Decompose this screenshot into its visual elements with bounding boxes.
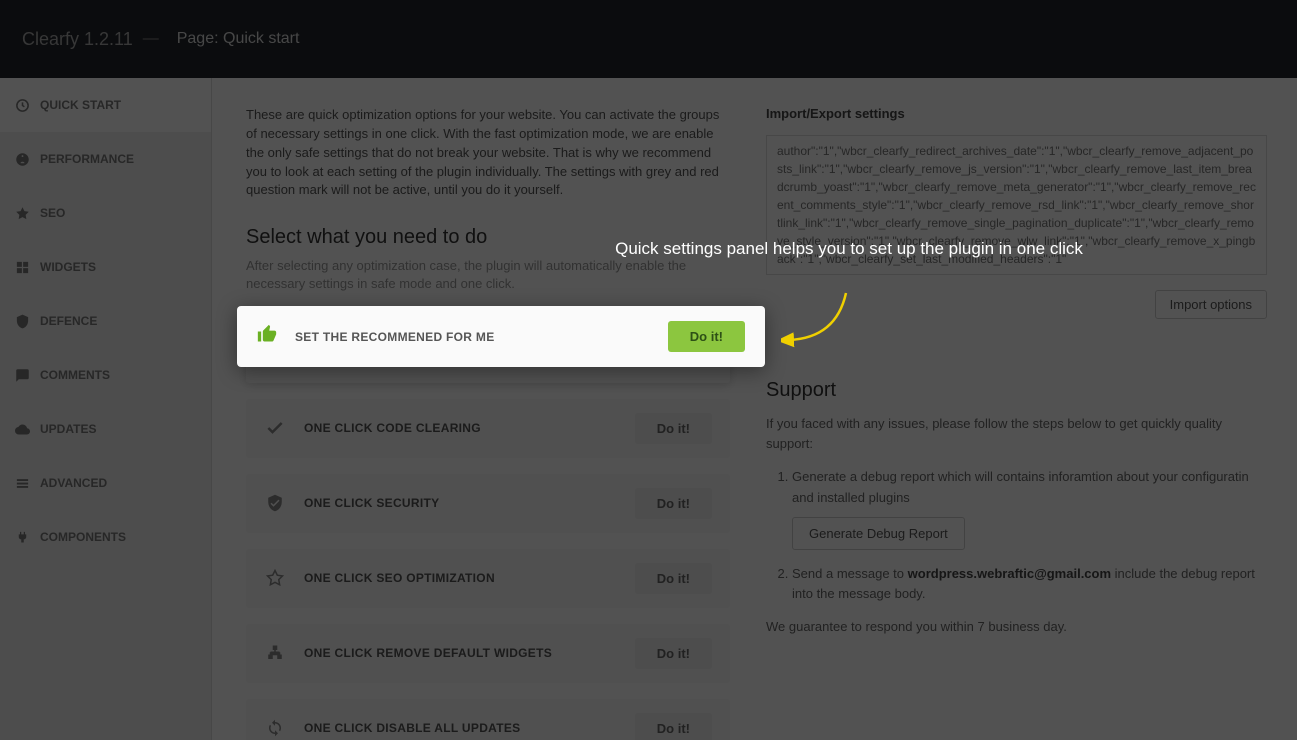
plug-icon — [14, 529, 30, 545]
support-title: Support — [766, 379, 1267, 402]
thumbs-up-icon — [257, 324, 277, 349]
list-icon — [14, 475, 30, 491]
clock-icon — [14, 97, 30, 113]
header-sep: — — [143, 30, 159, 48]
sidebar-item-label: ADVANCED — [40, 476, 107, 490]
do-it-button[interactable]: Do it! — [635, 563, 712, 594]
card-label: ONE CLICK SECURITY — [304, 496, 617, 510]
intro-text: These are quick optimization options for… — [246, 106, 730, 200]
refresh-icon — [264, 717, 286, 739]
sitemap-icon — [264, 642, 286, 664]
import-options-button[interactable]: Import options — [1155, 290, 1267, 319]
tooltip-text: Quick settings panel helps you to set up… — [614, 236, 1084, 262]
support-step-2: Send a message to wordpress.webraftic@gm… — [792, 564, 1267, 606]
card-label: ONE CLICK SEO OPTIMIZATION — [304, 571, 617, 585]
check-icon — [264, 417, 286, 439]
do-it-button[interactable]: Do it! — [635, 713, 712, 740]
do-it-button[interactable]: Do it! — [635, 638, 712, 669]
card-label: ONE CLICK REMOVE DEFAULT WIDGETS — [304, 646, 617, 660]
spotlight-label: SET THE RECOMMENED FOR ME — [295, 330, 650, 344]
do-it-button[interactable]: Do it! — [635, 413, 712, 444]
gauge-icon — [14, 151, 30, 167]
sidebar-item-comments[interactable]: COMMENTS — [0, 348, 211, 402]
star-icon — [14, 205, 30, 221]
app-header: Clearfy 1.2.11 — Page: Quick start — [0, 0, 1297, 78]
sidebar: QUICK START PERFORMANCE SEO WIDGETS DEFENCE C… — [0, 78, 212, 740]
sidebar-item-label: DEFENCE — [40, 314, 97, 328]
widgets-icon — [14, 259, 30, 275]
sidebar-item-label: SEO — [40, 206, 65, 220]
sidebar-item-label: QUICK START — [40, 98, 121, 112]
sidebar-item-label: COMMENTS — [40, 368, 110, 382]
app-title: Clearfy 1.2.11 — [22, 29, 133, 50]
star-outline-icon — [264, 567, 286, 589]
card-label: ONE CLICK DISABLE ALL UPDATES — [304, 721, 617, 735]
sidebar-item-performance[interactable]: PERFORMANCE — [0, 132, 211, 186]
sidebar-item-label: UPDATES — [40, 422, 96, 436]
import-export-title: Import/Export settings — [766, 106, 1267, 121]
sidebar-item-updates[interactable]: UPDATES — [0, 402, 211, 456]
generate-debug-report-button[interactable]: Generate Debug Report — [792, 517, 965, 550]
cloud-icon — [14, 421, 30, 437]
shield-check-icon — [264, 492, 286, 514]
spotlight-card[interactable]: SET THE RECOMMENED FOR ME Do it! — [237, 306, 765, 367]
sidebar-item-widgets[interactable]: WIDGETS — [0, 240, 211, 294]
sidebar-item-label: COMPONENTS — [40, 530, 126, 544]
support-intro: If you faced with any issues, please fol… — [766, 414, 1267, 453]
sidebar-item-components[interactable]: COMPONENTS — [0, 510, 211, 564]
sidebar-item-quick-start[interactable]: QUICK START — [0, 78, 211, 132]
sidebar-item-advanced[interactable]: ADVANCED — [0, 456, 211, 510]
sidebar-item-seo[interactable]: SEO — [0, 186, 211, 240]
quick-card-3: ONE CLICK SEO OPTIMIZATION Do it! — [246, 549, 730, 608]
quick-card-4: ONE CLICK REMOVE DEFAULT WIDGETS Do it! — [246, 624, 730, 683]
shield-icon — [14, 313, 30, 329]
quick-card-5: ONE CLICK DISABLE ALL UPDATES Do it! — [246, 699, 730, 740]
support-step-1: Generate a debug report which will conta… — [792, 467, 1267, 550]
sidebar-item-label: PERFORMANCE — [40, 152, 134, 166]
comments-icon — [14, 367, 30, 383]
card-label: ONE CLICK CODE CLEARING — [304, 421, 617, 435]
quick-card-1: ONE CLICK CODE CLEARING Do it! — [246, 399, 730, 458]
spotlight-do-it-button[interactable]: Do it! — [668, 321, 745, 352]
support-note: We guarantee to respond you within 7 bus… — [766, 619, 1267, 634]
quick-card-2: ONE CLICK SECURITY Do it! — [246, 474, 730, 533]
sidebar-item-label: WIDGETS — [40, 260, 96, 274]
do-it-button[interactable]: Do it! — [635, 488, 712, 519]
support-email: wordpress.webraftic@gmail.com — [908, 566, 1111, 581]
page-title: Page: Quick start — [177, 30, 300, 48]
select-sub: After selecting any optimization case, t… — [246, 257, 730, 293]
sidebar-item-defence[interactable]: DEFENCE — [0, 294, 211, 348]
